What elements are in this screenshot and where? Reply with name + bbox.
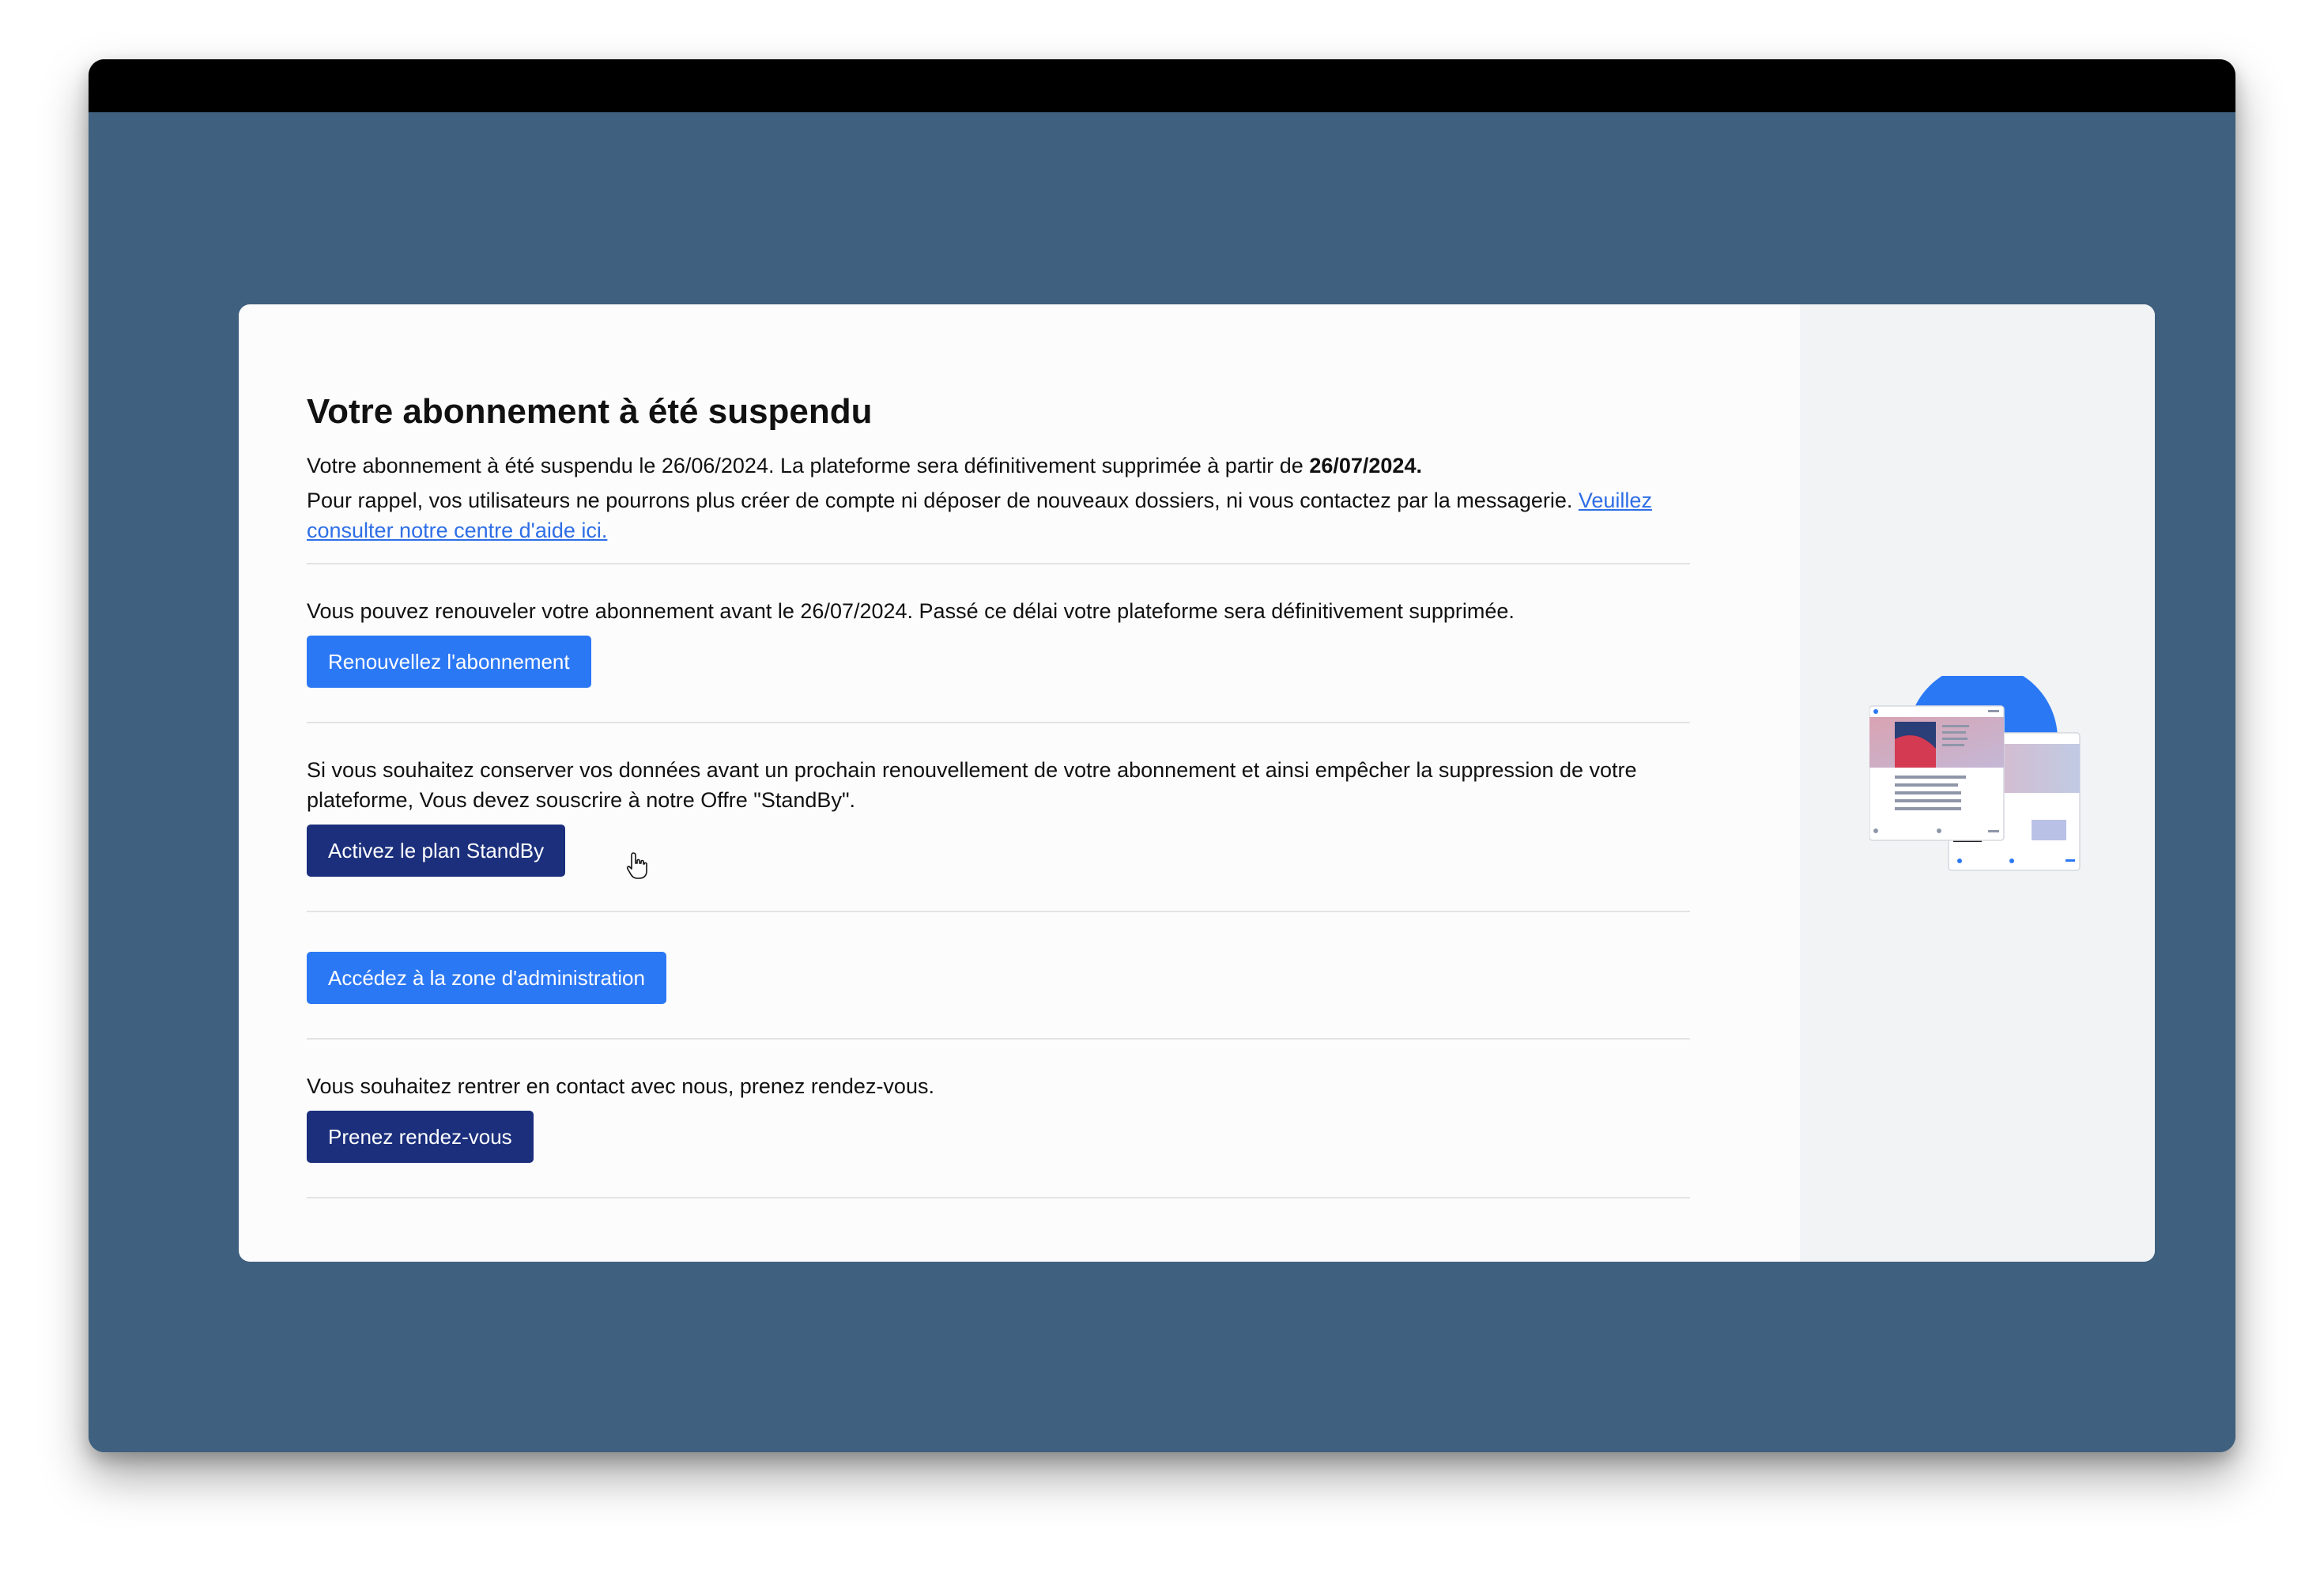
window-titlebar [89, 59, 2235, 112]
renew-section: Vous pouvez renouveler votre abonnement … [307, 564, 1690, 688]
divider [307, 1196, 1690, 1198]
suspension-notice-text: Votre abonnement à été suspendu le 26/06… [307, 453, 1310, 477]
admin-zone-button[interactable]: Accédez à la zone d'administration [307, 951, 666, 1004]
renew-subscription-button[interactable]: Renouvellez l'abonnement [307, 635, 591, 688]
contact-section: Vous souhaitez rentrer en contact avec n… [307, 1040, 1690, 1163]
app-window: Votre abonnement à été suspendu Votre ab… [89, 59, 2235, 1452]
page-background: Votre abonnement à été suspendu Votre ab… [89, 112, 2235, 1452]
book-appointment-button[interactable]: Prenez rendez-vous [307, 1110, 534, 1163]
activate-standby-button[interactable]: Activez le plan StandBy [307, 824, 566, 877]
reminder-notice: Pour rappel, vos utilisateurs ne pourron… [307, 485, 1690, 545]
page-title: Votre abonnement à été suspendu [307, 392, 873, 431]
hand-pointer-icon [626, 852, 647, 879]
renew-text: Vous pouvez renouveler votre abonnement … [307, 598, 1515, 623]
suspension-notice: Votre abonnement à été suspendu le 26/06… [307, 451, 1690, 481]
platform-screens-illustration [1869, 676, 2081, 871]
standby-text: Si vous souhaitez conserver vos données … [307, 757, 1637, 812]
reminder-text: Pour rappel, vos utilisateurs ne pourron… [307, 488, 1579, 512]
illustration-panel [1800, 304, 2155, 1262]
deletion-date: 26/07/2024. [1309, 453, 1422, 477]
suspension-card: Votre abonnement à été suspendu Votre ab… [239, 304, 2155, 1262]
card-main: Votre abonnement à été suspendu Votre ab… [307, 391, 1690, 1198]
contact-text: Vous souhaitez rentrer en contact avec n… [307, 1074, 934, 1098]
admin-section: Accédez à la zone d'administration [307, 912, 1690, 1004]
standby-section: Si vous souhaitez conserver vos données … [307, 723, 1690, 877]
